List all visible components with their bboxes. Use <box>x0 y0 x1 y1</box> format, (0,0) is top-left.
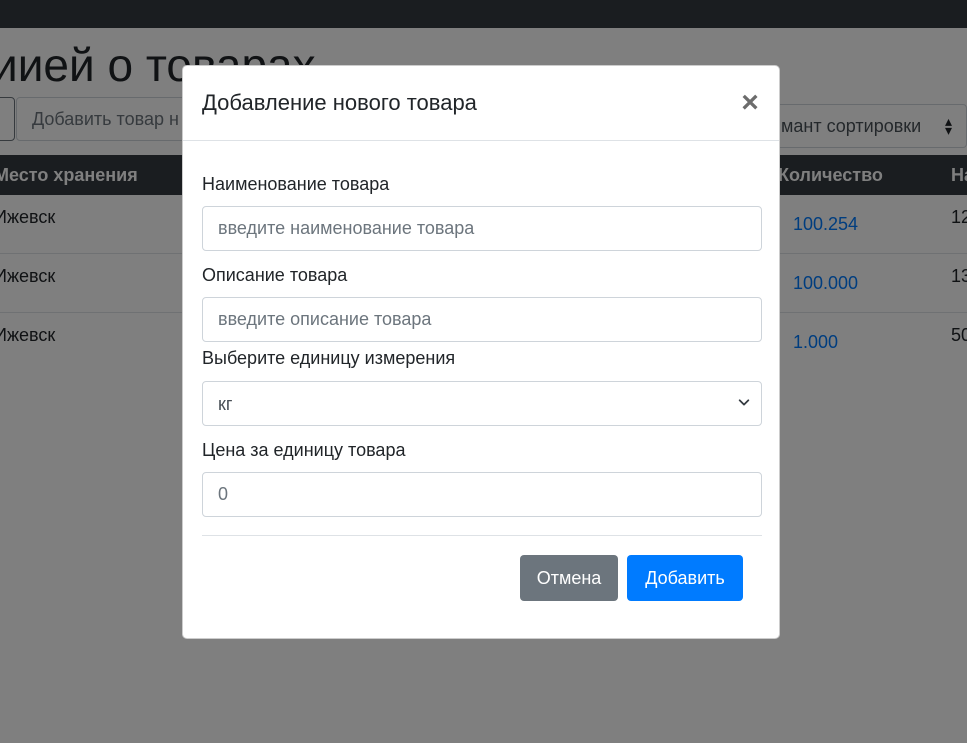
price-label: Цена за единицу товара <box>202 440 406 460</box>
unit-label: Выберите единицу измерения <box>202 348 456 368</box>
unit-select[interactable]: кг <box>202 381 762 426</box>
add-button[interactable]: Добавить <box>627 555 743 601</box>
product-name-input[interactable] <box>202 206 762 251</box>
close-icon[interactable]: × <box>735 88 765 118</box>
modal-title: Добавление нового товара <box>202 90 477 115</box>
unit-select-value: кг <box>218 394 233 414</box>
product-description-label: Описание товара <box>202 265 348 285</box>
chevron-down-icon <box>738 399 750 406</box>
modal-header: Добавление нового товара × <box>183 66 779 141</box>
cancel-button[interactable]: Отмена <box>520 555 618 601</box>
add-product-modal: Добавление нового товара × Наименование … <box>182 65 780 639</box>
price-input[interactable] <box>202 472 762 517</box>
modal-footer-divider <box>202 535 762 536</box>
product-description-input[interactable] <box>202 297 762 342</box>
product-name-label: Наименование товара <box>202 174 390 194</box>
